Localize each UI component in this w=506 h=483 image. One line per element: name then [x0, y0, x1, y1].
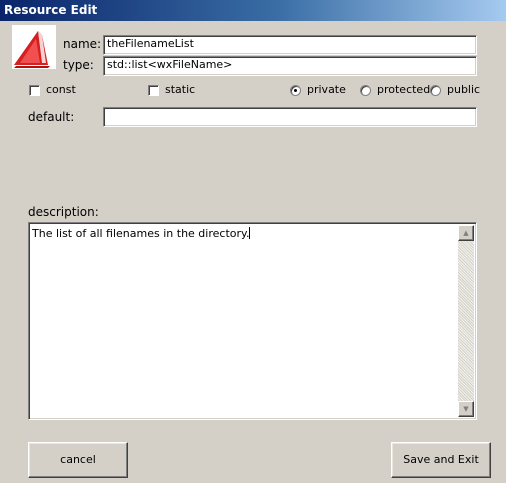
- type-label: type:: [63, 58, 94, 72]
- const-label: const: [46, 83, 76, 96]
- default-field[interactable]: [103, 107, 477, 127]
- save-and-exit-button[interactable]: Save and Exit: [391, 442, 491, 478]
- private-radio[interactable]: [290, 85, 301, 96]
- resource-icon: [12, 25, 56, 69]
- description-label: description:: [28, 205, 99, 219]
- name-label: name:: [63, 37, 102, 51]
- title-bar: Resource Edit: [0, 0, 506, 21]
- type-field[interactable]: std::list<wxFileName>: [103, 56, 477, 76]
- private-label: private: [307, 83, 346, 96]
- description-textarea[interactable]: The list of all filenames in the directo…: [28, 222, 477, 420]
- public-radio[interactable]: [430, 85, 441, 96]
- scroll-up-arrow-icon[interactable]: ▲: [458, 225, 474, 241]
- protected-radio[interactable]: [360, 85, 371, 96]
- static-checkbox[interactable]: [148, 85, 159, 96]
- name-field[interactable]: theFilenameList: [103, 35, 477, 55]
- window-title: Resource Edit: [4, 3, 98, 17]
- vertical-scrollbar[interactable]: ▲ ▼: [458, 225, 474, 417]
- description-text: The list of all filenames in the directo…: [32, 227, 250, 240]
- default-label: default:: [28, 110, 75, 124]
- resource-edit-dialog: Resource Edit name: theFilenameList type…: [0, 0, 506, 483]
- static-label: static: [165, 83, 196, 96]
- const-checkbox[interactable]: [29, 85, 40, 96]
- protected-label: protected: [377, 83, 431, 96]
- public-label: public: [447, 83, 481, 96]
- scroll-down-arrow-icon[interactable]: ▼: [458, 401, 474, 417]
- cancel-button[interactable]: cancel: [28, 442, 128, 478]
- text-caret: [249, 227, 251, 239]
